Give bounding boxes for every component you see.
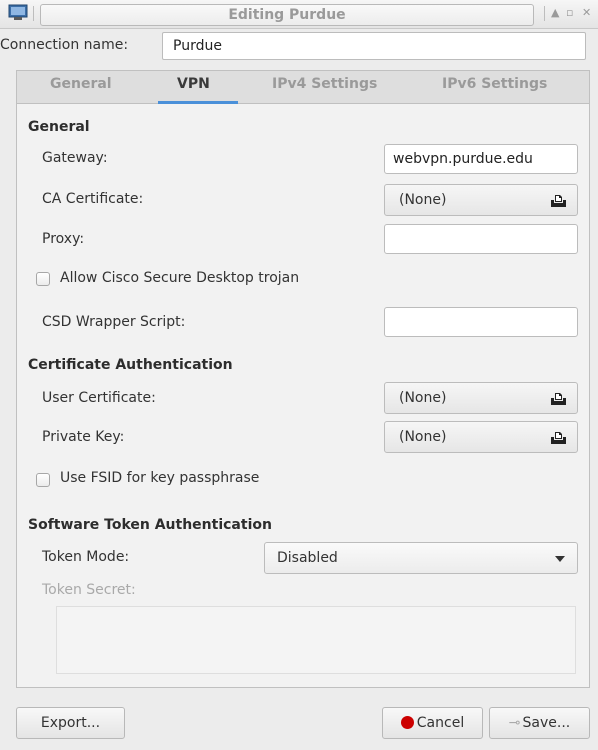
private-key-value: (None)	[399, 429, 447, 445]
token-secret-label: Token Secret:	[42, 582, 136, 598]
proxy-label: Proxy:	[42, 231, 85, 247]
use-fsid-checkbox[interactable]	[36, 473, 50, 487]
csd-wrapper-input[interactable]	[384, 307, 578, 337]
certificate-auth-heading: Certificate Authentication	[28, 357, 233, 373]
ca-certificate-value: (None)	[399, 192, 447, 208]
title-separator	[33, 6, 34, 21]
ca-certificate-label: CA Certificate:	[42, 191, 144, 207]
ca-certificate-button[interactable]: (None)	[384, 184, 578, 216]
allow-csd-checkbox[interactable]	[36, 272, 50, 286]
file-chooser-icon	[551, 393, 566, 405]
chevron-down-icon	[555, 556, 565, 562]
general-heading: General	[28, 119, 90, 135]
cancel-button-label: Cancel	[416, 715, 465, 731]
cancel-button[interactable]: Cancel	[382, 707, 483, 739]
allow-csd-label[interactable]: Allow Cisco Secure Desktop trojan	[60, 270, 299, 286]
file-chooser-icon	[551, 432, 566, 444]
active-tab-indicator	[158, 101, 238, 104]
proxy-input[interactable]	[384, 224, 578, 254]
file-chooser-icon	[551, 195, 566, 207]
window-title: Editing Purdue	[40, 4, 534, 26]
maximize-window-icon[interactable]: ▫	[566, 5, 573, 21]
save-button-label: Save...	[522, 715, 571, 731]
tab-ipv4-settings[interactable]: IPv4 Settings	[272, 76, 377, 92]
private-key-button[interactable]: (None)	[384, 421, 578, 453]
tab-general[interactable]: General	[50, 76, 112, 92]
cancel-icon	[400, 716, 414, 729]
close-window-icon[interactable]: ✕	[582, 5, 591, 21]
token-auth-heading: Software Token Authentication	[28, 517, 272, 533]
key-icon: ⊸	[508, 715, 521, 731]
network-app-icon[interactable]	[8, 4, 28, 22]
save-button[interactable]: ⊸ Save...	[489, 707, 590, 739]
user-certificate-label: User Certificate:	[42, 390, 156, 406]
token-mode-value: Disabled	[277, 550, 338, 566]
token-mode-dropdown[interactable]: Disabled	[264, 542, 578, 574]
csd-wrapper-label: CSD Wrapper Script:	[42, 314, 186, 330]
gateway-input[interactable]: webvpn.purdue.edu	[384, 144, 578, 174]
connection-name-input[interactable]: Purdue	[162, 32, 586, 60]
gateway-label: Gateway:	[42, 150, 108, 166]
export-button[interactable]: Export...	[16, 707, 125, 739]
title-separator	[544, 6, 545, 21]
private-key-label: Private Key:	[42, 429, 125, 445]
tab-ipv6-settings[interactable]: IPv6 Settings	[442, 76, 547, 92]
tab-vpn[interactable]: VPN	[177, 76, 210, 92]
shade-window-icon[interactable]: ▲	[551, 5, 559, 21]
user-certificate-value: (None)	[399, 390, 447, 406]
user-certificate-button[interactable]: (None)	[384, 382, 578, 414]
connection-name-label: Connection name:	[0, 37, 129, 53]
use-fsid-label[interactable]: Use FSID for key passphrase	[60, 470, 259, 486]
token-secret-input[interactable]	[56, 606, 576, 674]
token-mode-label: Token Mode:	[42, 549, 130, 565]
